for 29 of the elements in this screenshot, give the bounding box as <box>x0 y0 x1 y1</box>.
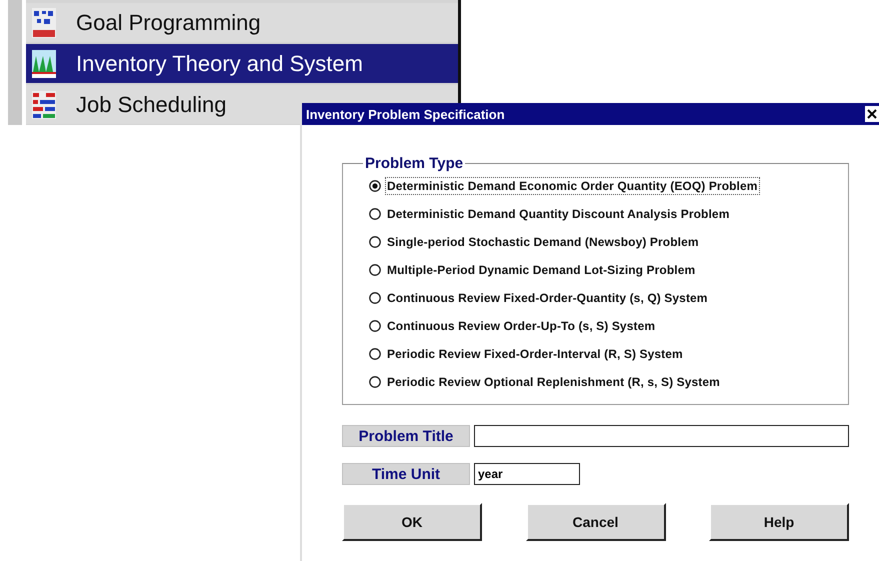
radio-option[interactable]: Deterministic Demand Quantity Discount Analysis Problem <box>369 204 848 224</box>
close-icon[interactable] <box>865 106 879 122</box>
radio-option[interactable]: Continuous Review Order-Up-To (s, S) System <box>369 316 848 336</box>
field-label: Problem Title <box>342 425 470 447</box>
field-label: Time Unit <box>342 463 470 485</box>
problem-title-field[interactable] <box>474 425 849 447</box>
sawtooth-chart-icon <box>32 50 56 78</box>
grid-chart-icon <box>32 8 56 38</box>
radio-button[interactable] <box>369 236 381 248</box>
dialog-button[interactable]: OK <box>342 503 482 541</box>
schedule-bars-icon <box>32 90 56 118</box>
dialog-button[interactable]: Cancel <box>526 503 666 541</box>
radio-option[interactable]: Continuous Review Fixed-Order-Quantity (s, Q) System <box>369 288 848 308</box>
radio-button[interactable] <box>369 376 381 388</box>
radio-button[interactable] <box>369 348 381 360</box>
radio-button[interactable] <box>369 320 381 332</box>
dialog-button[interactable]: Help <box>709 503 849 541</box>
time-unit-field[interactable]: year <box>474 463 580 485</box>
radio-option[interactable]: Single-period Stochastic Demand (Newsboy) Problem <box>369 232 848 252</box>
menu-item[interactable]: Goal Programming <box>26 3 458 42</box>
radio-button[interactable] <box>369 208 381 220</box>
radio-option[interactable]: Multiple-Period Dynamic Demand Lot-Sizing Problem <box>369 260 848 280</box>
radio-option[interactable]: Periodic Review Fixed-Order-Interval (R, S) System <box>369 344 848 364</box>
radio-button[interactable] <box>369 264 381 276</box>
radio-button[interactable] <box>369 180 381 192</box>
menu-item[interactable]: Inventory Theory and System <box>26 44 458 83</box>
radio-option[interactable]: Periodic Review Optional Replenishment (R, s, S) System <box>369 372 848 392</box>
group-title: Problem Type <box>364 155 464 172</box>
radio-button[interactable] <box>369 292 381 304</box>
